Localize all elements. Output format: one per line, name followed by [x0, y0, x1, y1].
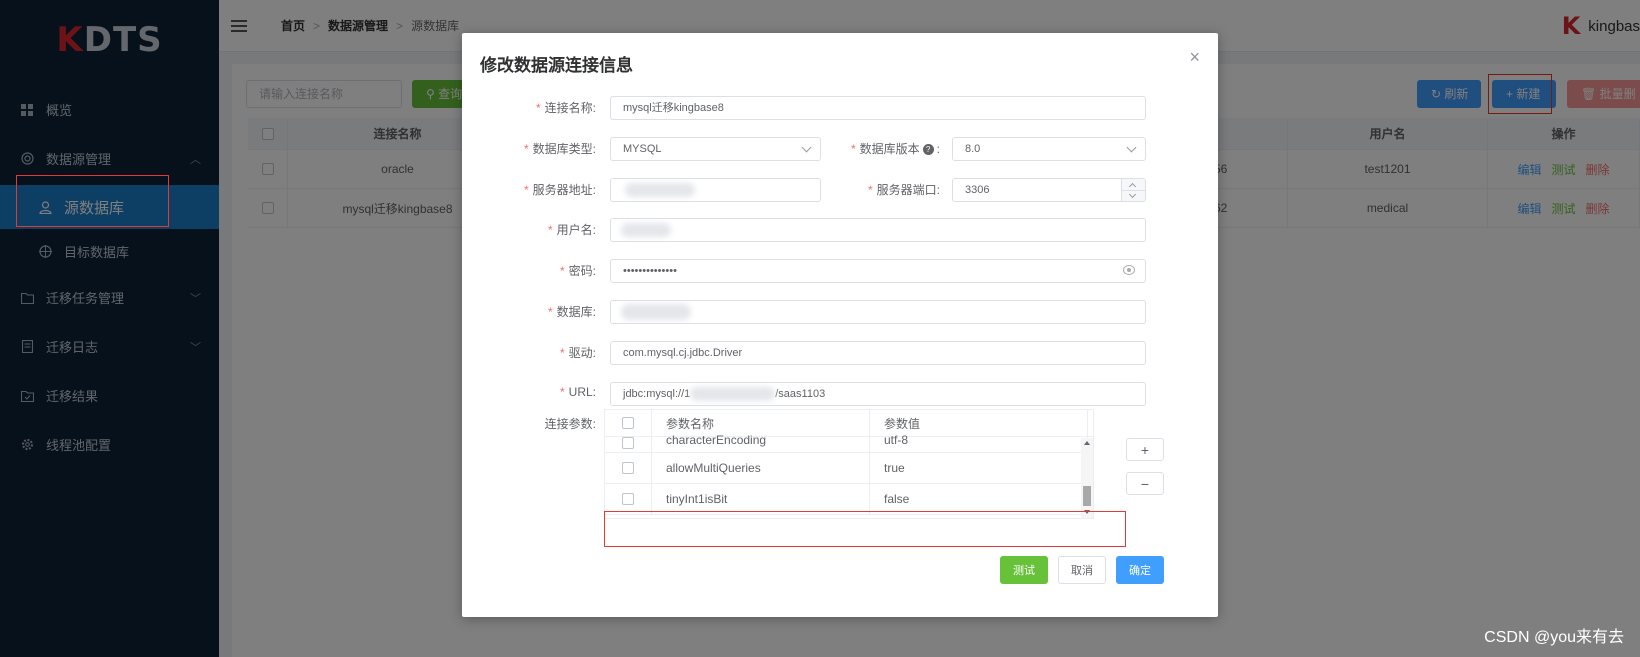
- params-table: 参数名称 参数值 characterEncoding utf-8 allowMu…: [604, 409, 1094, 519]
- chevron-down-icon: [1128, 190, 1137, 199]
- param-value[interactable]: utf-8: [870, 433, 1088, 452]
- user-label: * 用户名:: [547, 223, 596, 237]
- version-select[interactable]: 8.0: [952, 137, 1146, 161]
- help-icon[interactable]: ?: [922, 144, 934, 156]
- param-name[interactable]: characterEncoding: [652, 433, 870, 452]
- add-param-button[interactable]: +: [1126, 438, 1164, 461]
- user-input[interactable]: [610, 218, 1146, 242]
- dbtype-label: * 数据库类型:: [523, 142, 596, 156]
- name-label: * 连接名称:: [535, 101, 596, 115]
- name-input[interactable]: mysql迁移kingbase8: [610, 96, 1146, 120]
- url-input[interactable]: jdbc:mysql://1/saas1103: [610, 382, 1146, 406]
- password-label: * 密码:: [559, 264, 596, 278]
- close-icon[interactable]: ×: [1189, 47, 1200, 68]
- param-name[interactable]: allowMultiQueries: [652, 453, 870, 483]
- param-value[interactable]: false: [870, 484, 1088, 514]
- password-input[interactable]: ••••••••••••••: [610, 259, 1146, 283]
- table-row: allowMultiQueries true: [605, 453, 1093, 484]
- edit-datasource-dialog: 修改数据源连接信息 × * 连接名称: mysql迁移kingbase8 * 数据库…: [462, 33, 1218, 617]
- watermark: CSDN @you来有去: [1484, 629, 1624, 646]
- chevron-up-icon: [1128, 182, 1137, 191]
- url-label: * URL:: [559, 385, 596, 399]
- dbtype-select[interactable]: MYSQL: [610, 137, 821, 161]
- driver-input[interactable]: com.mysql.cj.jdbc.Driver: [610, 341, 1146, 365]
- host-input[interactable]: [610, 178, 821, 202]
- database-input[interactable]: [610, 300, 1146, 324]
- cancel-button[interactable]: 取消: [1058, 556, 1106, 584]
- driver-label: * 驱动:: [559, 346, 596, 360]
- param-name[interactable]: tinyInt1isBit: [652, 484, 870, 514]
- host-label: * 服务器地址:: [523, 183, 596, 197]
- params-scrollbar[interactable]: [1081, 438, 1093, 518]
- test-button[interactable]: 测试: [1000, 556, 1048, 584]
- chevron-down-icon: [801, 142, 812, 153]
- table-row: characterEncoding utf-8: [605, 433, 1093, 453]
- row-checkbox[interactable]: [622, 462, 634, 474]
- database-label: * 数据库:: [547, 305, 596, 319]
- row-checkbox[interactable]: [622, 493, 634, 505]
- version-label: * 数据库版本?:: [850, 142, 940, 156]
- remove-param-button[interactable]: −: [1126, 472, 1164, 495]
- confirm-button[interactable]: 确定: [1116, 556, 1164, 584]
- table-row: tinyInt1isBit false: [605, 484, 1093, 515]
- param-value[interactable]: true: [870, 453, 1088, 483]
- params-select-all-checkbox[interactable]: [622, 417, 634, 429]
- chevron-down-icon: [1126, 142, 1137, 153]
- row-checkbox[interactable]: [622, 436, 634, 449]
- port-input[interactable]: 3306: [952, 178, 1146, 202]
- dialog-title: 修改数据源连接信息: [480, 56, 633, 75]
- port-label: * 服务器端口:: [867, 183, 940, 197]
- port-stepper[interactable]: [1121, 179, 1145, 201]
- params-label: 连接参数:: [544, 417, 596, 431]
- eye-icon[interactable]: [1123, 265, 1135, 275]
